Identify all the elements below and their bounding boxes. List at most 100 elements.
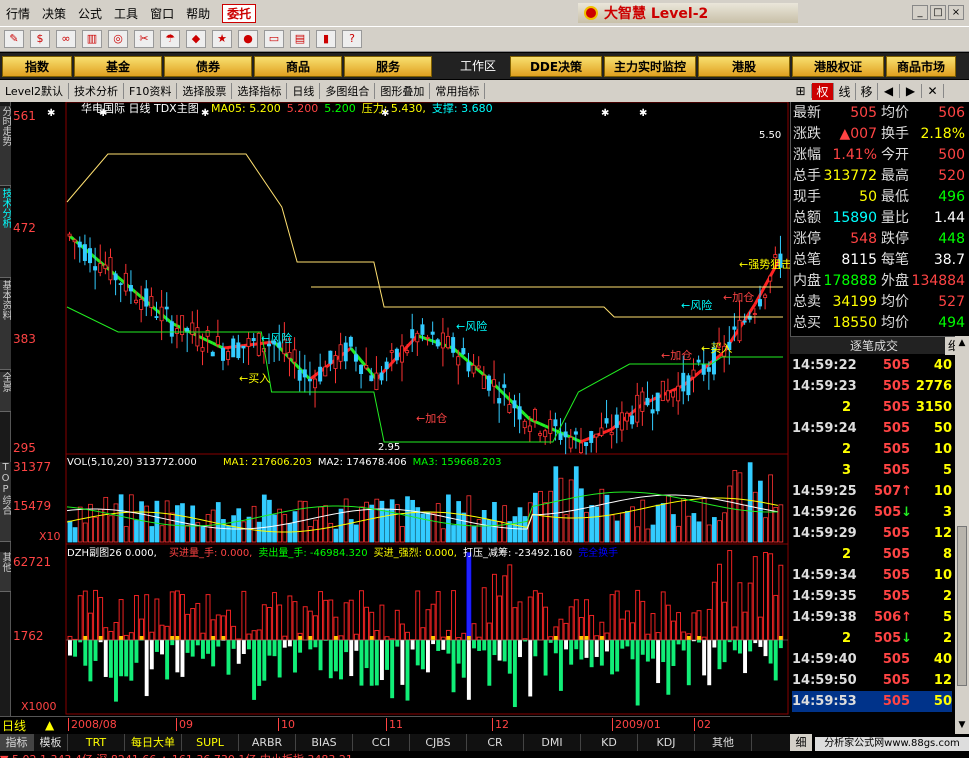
glasses-icon[interactable]: ∞ xyxy=(56,30,76,48)
indicator-tab[interactable]: CR xyxy=(467,734,524,751)
volume-bar xyxy=(292,511,298,543)
indicator-tab[interactable]: KDJ xyxy=(638,734,695,751)
scroll-up-icon[interactable]: ▲ xyxy=(957,338,967,350)
indicator-tab[interactable]: BIAS xyxy=(296,734,353,751)
grid-icon[interactable]: ⊞ xyxy=(790,84,812,98)
indicator-tab[interactable]: SUPL xyxy=(182,734,239,751)
cat-bond[interactable]: 债券 xyxy=(164,55,252,77)
dzh-legend: DZH副图26 0.000, xyxy=(67,547,157,559)
tab-fundamental[interactable]: 基本资料 xyxy=(0,280,11,370)
quote-key: 总额 xyxy=(793,210,821,226)
quote-row: 涨幅 1.41% 今开 500 xyxy=(791,145,967,166)
candle-body xyxy=(671,390,676,398)
menu-market[interactable]: 行情 xyxy=(0,5,36,22)
cat-service[interactable]: 服务 xyxy=(344,55,432,77)
dzh-up-bar xyxy=(379,604,385,641)
binoculars-icon[interactable]: ◎ xyxy=(108,30,128,48)
close-panel-icon[interactable]: ✕ xyxy=(922,84,944,98)
rights-button[interactable]: 权 xyxy=(812,82,834,100)
dzh-down-bar xyxy=(124,640,129,677)
pencil-icon[interactable]: ✎ xyxy=(4,30,24,48)
cat-index[interactable]: 指数 xyxy=(2,55,72,77)
indicator-tab[interactable]: TRT xyxy=(68,734,125,751)
cat-hk[interactable]: 港股 xyxy=(698,55,790,77)
sphere-icon[interactable]: ● xyxy=(238,30,258,48)
indicator-tab[interactable]: DMI xyxy=(524,734,581,751)
dzh-up-bar xyxy=(384,636,390,641)
tab-other[interactable]: 其他 xyxy=(0,552,11,592)
star-icon[interactable]: ★ xyxy=(212,30,232,48)
dzh-down-bar xyxy=(374,640,379,686)
cat-main-monitor[interactable]: 主力实时监控 xyxy=(604,55,696,77)
up-triangle-icon[interactable]: ▲ xyxy=(45,718,54,732)
period-tab[interactable]: 日线 xyxy=(2,717,27,734)
indicator-tab[interactable]: ARBR xyxy=(239,734,296,751)
dollar-icon[interactable]: $ xyxy=(30,30,50,48)
indicator-tab[interactable]: CJBS xyxy=(410,734,467,751)
indicator-tab[interactable]: 模板 xyxy=(34,734,68,751)
candle-body xyxy=(205,330,210,337)
menu-help[interactable]: 帮助 xyxy=(180,5,216,22)
overlay-menu[interactable]: 图形叠加 xyxy=(375,83,431,99)
select-stock-menu[interactable]: 选择股票 xyxy=(177,83,233,99)
detail-tab[interactable]: 细 xyxy=(790,734,812,751)
tick-volume: 50 xyxy=(933,421,952,436)
indicator-tab[interactable]: 其他 xyxy=(695,734,752,751)
line-button[interactable]: 线 xyxy=(834,82,856,100)
panel-icon[interactable]: ▤ xyxy=(290,30,310,48)
signal-label: ←加仓 xyxy=(661,348,692,362)
ma-segment xyxy=(477,369,485,377)
next-icon[interactable]: ▶ xyxy=(900,84,922,98)
candle-body xyxy=(328,350,333,364)
indicator-tab[interactable]: KD xyxy=(581,734,638,751)
menu-decision[interactable]: 决策 xyxy=(36,5,72,22)
candle-body xyxy=(410,329,415,339)
umbrella-icon[interactable]: ☂ xyxy=(160,30,180,48)
candle-body xyxy=(292,349,297,363)
cat-fund[interactable]: 基金 xyxy=(74,55,162,77)
cat-commodity-market[interactable]: 商品市场 xyxy=(886,55,956,77)
books-icon[interactable]: ▮ xyxy=(316,30,336,48)
stock-chart[interactable]: ✱ ✱ ✱ ✱ ✱ ✱ ←买入←风险←加仓←风险←加仓←买入←风险←加仓←强势狙击 561… xyxy=(11,102,790,716)
menu-window[interactable]: 窗口 xyxy=(144,5,180,22)
cat-dde[interactable]: DDE决策 xyxy=(510,55,602,77)
trade-button[interactable]: 委托 xyxy=(222,3,257,23)
multi-chart-menu[interactable]: 多图组合 xyxy=(320,83,376,99)
move-button[interactable]: 移 xyxy=(856,82,878,100)
cat-commodity[interactable]: 商品 xyxy=(254,55,342,77)
monitor-icon[interactable]: ▭ xyxy=(264,30,284,48)
dzh-down-bar xyxy=(298,640,303,653)
tab-intraday[interactable]: 分时走势 xyxy=(0,106,11,186)
tools-icon[interactable]: ✂ xyxy=(134,30,154,48)
volume-bar xyxy=(410,499,415,543)
minimize-button[interactable]: _ xyxy=(912,5,928,20)
cat-workspace[interactable]: 工作区 xyxy=(448,56,508,77)
maximize-button[interactable]: □ xyxy=(930,5,946,20)
prev-icon[interactable]: ◀ xyxy=(878,84,900,98)
menu-tools[interactable]: 工具 xyxy=(108,5,144,22)
scroll-down-icon[interactable]: ▼ xyxy=(957,720,967,732)
help-icon[interactable]: ? xyxy=(342,30,362,48)
ticks-scrollbar[interactable]: ▲ ▼ xyxy=(955,336,969,734)
f10-menu[interactable]: F10资料 xyxy=(124,83,178,99)
indicator-tab[interactable]: 每日大单 xyxy=(125,734,182,751)
select-indicator-menu[interactable]: 选择指标 xyxy=(232,83,288,99)
indicator-tab[interactable]: 指标 xyxy=(0,734,34,751)
tab-top[interactable]: TOP综合 xyxy=(0,462,11,542)
volume-bar xyxy=(768,474,773,543)
layout-select[interactable]: Level2默认 xyxy=(0,83,70,99)
common-indicator-menu[interactable]: 常用指标 xyxy=(430,83,486,99)
tech-analysis-menu[interactable]: 技术分析 xyxy=(69,83,125,99)
scroll-thumb[interactable] xyxy=(957,526,967,686)
tab-panorama[interactable]: 全景 xyxy=(0,372,11,412)
menu-formula[interactable]: 公式 xyxy=(72,5,108,22)
period-menu[interactable]: 日线 xyxy=(287,83,321,99)
tab-technical[interactable]: 技术分析 xyxy=(0,188,11,278)
indicator-tab[interactable]: CCI xyxy=(353,734,410,751)
cat-hk-warrant[interactable]: 港股权证 xyxy=(792,55,884,77)
dzh-down-bar xyxy=(553,640,558,654)
dzh-down-bar xyxy=(558,640,563,691)
bars-icon[interactable]: ▥ xyxy=(82,30,102,48)
close-button[interactable]: × xyxy=(948,5,964,20)
diamond-icon[interactable]: ◆ xyxy=(186,30,206,48)
